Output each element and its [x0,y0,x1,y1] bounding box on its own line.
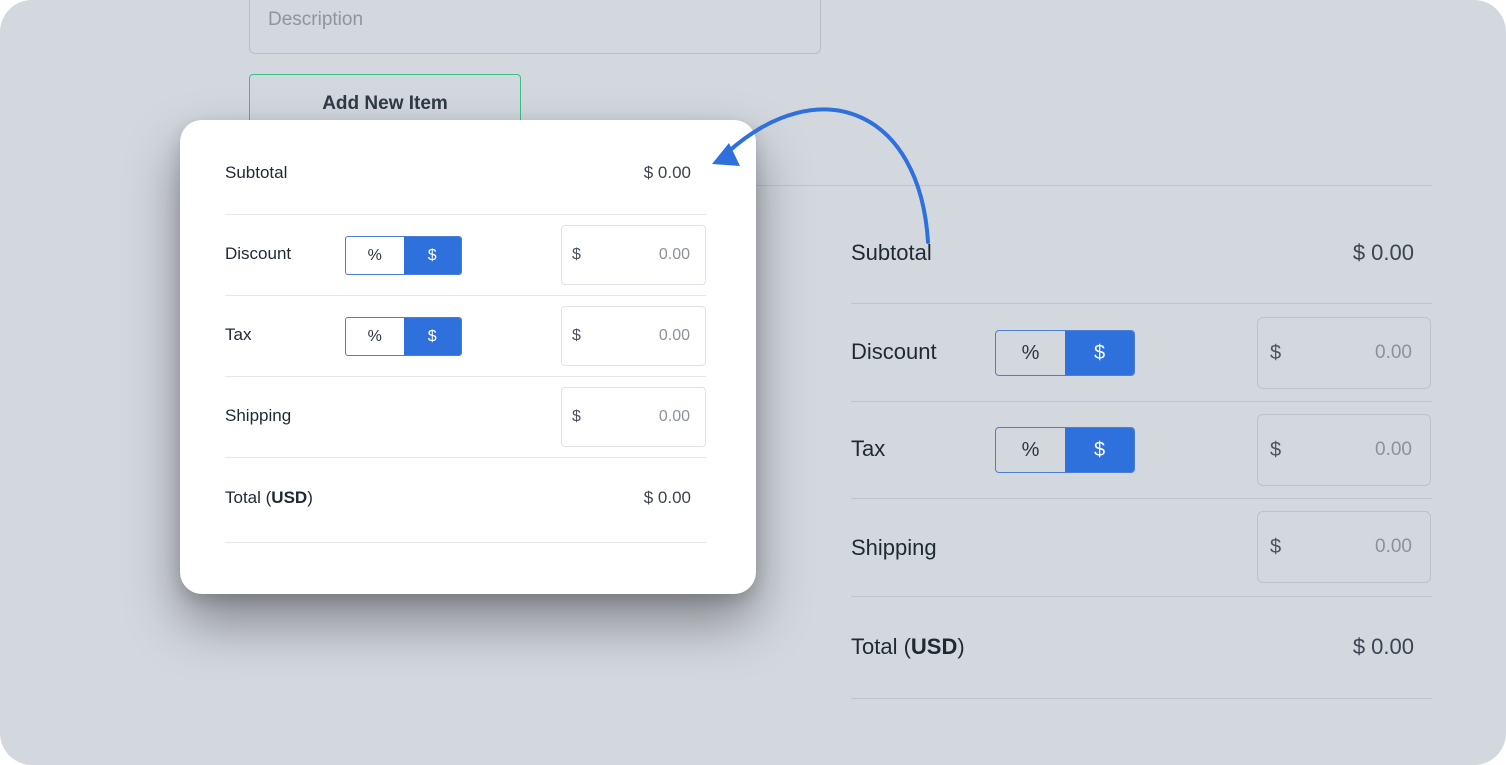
discount-label: Discount [225,244,292,263]
add-new-item-label: Add New Item [322,93,448,114]
discount-dollar-option[interactable]: $ [1065,331,1134,375]
shipping-value: 0.00 [658,408,690,425]
total-currency: USD [910,634,958,659]
currency-symbol: $ [572,246,581,263]
total-value: $ 0.00 [1352,634,1414,659]
currency-symbol: $ [572,327,581,344]
total-label: Total (USD) [851,634,965,660]
divider [851,401,1432,402]
discount-label: Discount [851,339,937,364]
divider [851,303,1432,304]
discount-percent-option[interactable]: % [996,331,1065,375]
tax-type-toggle: % $ [995,427,1135,473]
subtotal-value: $ 0.00 [643,163,691,182]
tax-input[interactable]: $ 0.00 [1257,414,1431,486]
total-label-text: Total ( [851,634,911,659]
total-currency: USD [271,488,308,507]
discount-value: 0.00 [1375,342,1412,363]
total-label: Total (USD) [225,488,313,508]
description-input[interactable]: Description [249,0,821,54]
divider [225,542,706,543]
currency-symbol: $ [1270,438,1282,461]
divider [851,498,1432,499]
currency-symbol: $ [1270,535,1282,558]
discount-type-toggle: % $ [345,236,462,275]
total-label-suffix: ) [307,488,313,507]
summary-zoom-card: Subtotal $ 0.00 Discount % $ $ 0.00 Tax … [180,120,756,594]
tax-type-toggle: % $ [345,317,462,356]
total-label-suffix: ) [957,634,965,659]
tax-percent-option[interactable]: % [346,318,404,355]
description-placeholder: Description [268,9,364,30]
divider [225,376,706,377]
divider [225,214,706,215]
divider [756,185,1432,186]
tax-label: Tax [851,436,886,461]
divider [225,457,706,458]
divider [851,698,1432,699]
subtotal-label: Subtotal [851,240,932,265]
screenshot-frame: Description Add New Item Subtotal $ 0.00… [0,0,1506,765]
tax-dollar-option[interactable]: $ [1065,428,1134,472]
discount-value: 0.00 [658,246,690,263]
tax-dollar-option[interactable]: $ [403,318,461,355]
subtotal-value: $ 0.00 [1352,240,1414,265]
discount-percent-option[interactable]: % [346,237,404,274]
tax-value: 0.00 [658,327,690,344]
shipping-value: 0.00 [1375,536,1412,557]
shipping-input[interactable]: $ 0.00 [1257,511,1431,583]
shipping-input[interactable]: $ 0.00 [561,387,706,447]
tax-label: Tax [225,325,252,344]
tax-input[interactable]: $ 0.00 [561,306,706,366]
discount-input[interactable]: $ 0.00 [1257,317,1431,389]
tax-value: 0.00 [1375,439,1412,460]
divider [851,596,1432,597]
total-value: $ 0.00 [643,488,691,507]
discount-type-toggle: % $ [995,330,1135,376]
currency-symbol: $ [572,408,581,425]
discount-input[interactable]: $ 0.00 [561,225,706,285]
subtotal-label: Subtotal [225,163,288,182]
tax-percent-option[interactable]: % [996,428,1065,472]
total-label-text: Total ( [225,488,272,507]
discount-dollar-option[interactable]: $ [403,237,461,274]
divider [225,295,706,296]
shipping-label: Shipping [225,406,292,425]
currency-symbol: $ [1270,341,1282,364]
shipping-label: Shipping [851,535,937,560]
